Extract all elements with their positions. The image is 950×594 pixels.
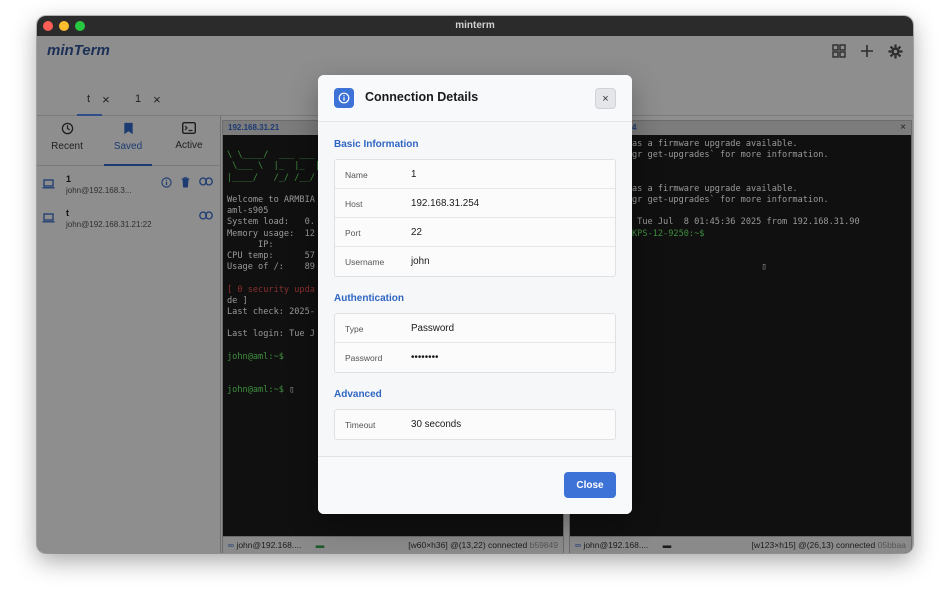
dialog-title: Connection Details	[365, 90, 479, 104]
detail-row-type: Type Password	[335, 314, 615, 343]
detail-row-host: Host 192.168.31.254	[335, 189, 615, 218]
dialog-footer: Close	[318, 456, 632, 514]
section-title-basic: Basic Information	[334, 139, 419, 150]
advanced-card: Timeout 30 seconds	[334, 409, 616, 440]
info-icon	[334, 88, 354, 108]
connection-details-dialog: Connection Details × Basic Information N…	[318, 75, 632, 514]
close-button[interactable]: Close	[564, 472, 616, 498]
section-title-auth: Authentication	[334, 293, 404, 304]
detail-row-timeout: Timeout 30 seconds	[345, 419, 462, 430]
dialog-header: Connection Details ×	[318, 75, 632, 122]
detail-row-name: Name 1	[335, 160, 615, 189]
auth-card: Type Password Password ••••••••	[334, 313, 616, 373]
basic-info-card: Name 1 Host 192.168.31.254 Port 22 Username…	[334, 159, 616, 277]
modal-backdrop: Connection Details × Basic Information N…	[0, 0, 950, 594]
section-title-advanced: Advanced	[334, 389, 382, 400]
detail-row-password: Password ••••••••	[345, 352, 439, 363]
detail-row-username: Username john	[345, 256, 430, 267]
close-icon[interactable]: ×	[595, 88, 616, 109]
detail-row-port: Port 22	[335, 218, 615, 247]
